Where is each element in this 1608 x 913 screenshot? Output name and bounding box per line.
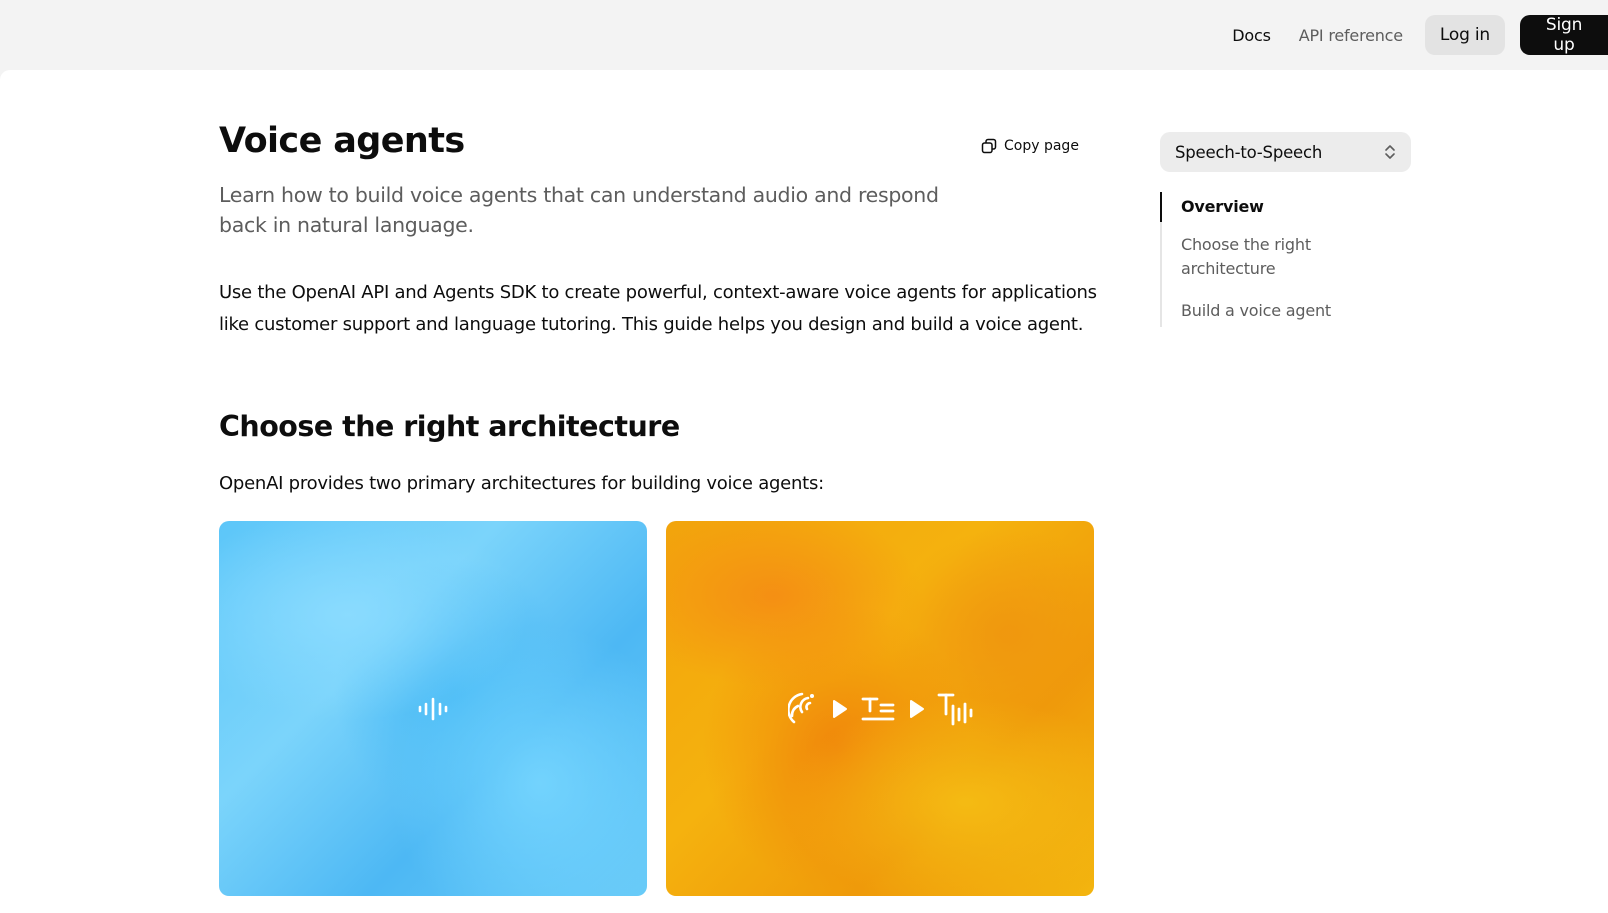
card-icons <box>666 521 1094 896</box>
copy-page-button[interactable]: Copy page <box>981 138 1079 154</box>
page-title: Voice agents <box>219 121 465 161</box>
copy-icon <box>981 138 997 154</box>
toc-item-build-voice-agent[interactable]: Build a voice agent <box>1162 299 1410 327</box>
text-to-speech-icon <box>937 693 972 725</box>
card-icons <box>219 521 647 896</box>
waveform-icon <box>418 697 448 720</box>
section-paragraph: OpenAI provides two primary architecture… <box>219 473 824 494</box>
top-nav: Docs API reference Log in Sign up <box>1232 15 1608 55</box>
text-icon <box>861 697 894 720</box>
speech-to-speech-card[interactable] <box>219 521 647 896</box>
architecture-select[interactable]: Speech-to-Speech <box>1160 132 1411 172</box>
play-icon <box>832 699 847 718</box>
top-bar: Docs API reference Log in Sign up <box>0 0 1608 70</box>
section-heading: Choose the right architecture <box>219 410 680 443</box>
nav-api-reference-link[interactable]: API reference <box>1299 26 1403 45</box>
copy-page-label: Copy page <box>1004 138 1079 154</box>
page-subtitle: Learn how to build voice agents that can… <box>219 183 939 237</box>
chained-architecture-card[interactable] <box>666 521 1094 896</box>
toc-active-indicator <box>1160 192 1162 222</box>
toc-item-choose-architecture[interactable]: Choose the right architecture <box>1162 233 1362 281</box>
signup-button[interactable]: Sign up <box>1520 15 1608 55</box>
nav-docs-link[interactable]: Docs <box>1232 26 1271 45</box>
speech-input-icon <box>787 692 814 723</box>
table-of-contents: Overview Choose the right architecture B… <box>1160 192 1410 327</box>
main-panel: Voice agents Copy page Learn how to buil… <box>0 70 1608 913</box>
play-icon <box>909 699 924 718</box>
chevron-up-down-icon <box>1385 145 1395 159</box>
toc-item-overview[interactable]: Overview <box>1162 192 1410 219</box>
intro-paragraph: Use the OpenAI API and Agents SDK to cre… <box>219 282 1097 335</box>
login-button[interactable]: Log in <box>1424 15 1505 55</box>
architecture-select-value: Speech-to-Speech <box>1175 142 1323 162</box>
